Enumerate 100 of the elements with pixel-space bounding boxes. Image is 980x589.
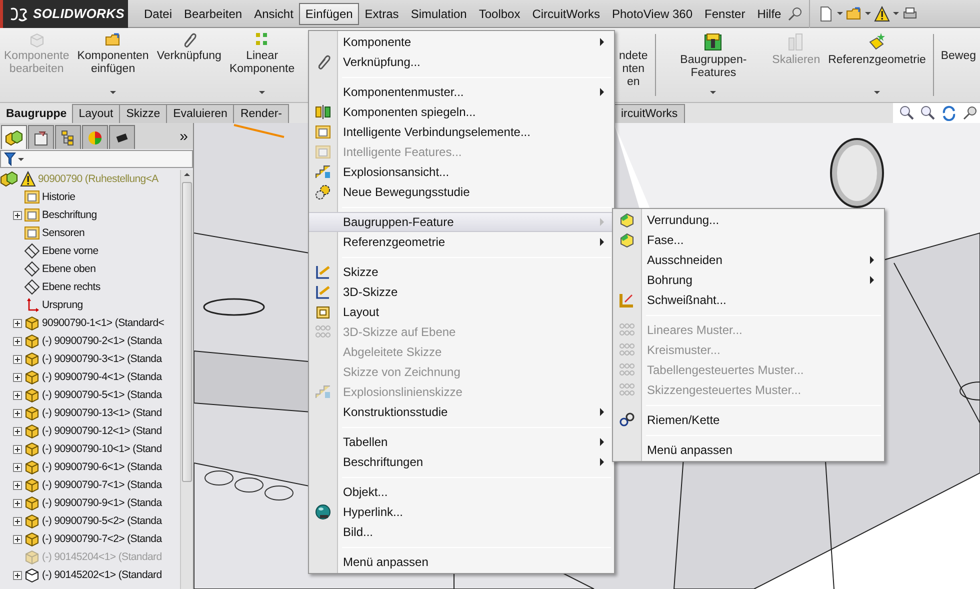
expand-toggle[interactable] — [12, 318, 22, 328]
tree-item[interactable]: Sensoren — [42, 227, 85, 239]
tree-item[interactable]: (-) 90900790-12<1> (Stand — [42, 425, 162, 437]
expand-toggle[interactable] — [12, 480, 22, 490]
menu-item[interactable]: Konstruktionsstudie — [309, 402, 614, 422]
menu-item[interactable]: Riemen/Kette — [613, 410, 884, 430]
ribbon-button[interactable]: Verknüpfung — [152, 28, 226, 102]
tree-item[interactable]: (-) 90900790-2<1> (Standa — [42, 335, 162, 347]
menu-item[interactable]: Bohrung — [613, 270, 884, 290]
tree-item[interactable]: (-) 90900790-7<2> (Standa — [42, 533, 162, 545]
menu-item[interactable]: Baugruppen-Feature — [309, 212, 614, 232]
expand-toggle[interactable] — [12, 516, 22, 526]
filter-field[interactable] — [0, 150, 193, 168]
tree-item[interactable]: (-) 90900790-9<1> (Standa — [42, 497, 162, 509]
menu-item[interactable]: Layout — [309, 302, 614, 322]
expand-toggle[interactable] — [12, 462, 22, 472]
ribbon-button[interactable]: Linear Komponente — [225, 28, 299, 102]
cube-icon — [24, 477, 40, 493]
cube-icon — [24, 387, 40, 403]
menu-item[interactable]: Objekt... — [309, 482, 614, 502]
menu-item[interactable]: Menü anpassen — [309, 552, 614, 572]
menu-item[interactable]: Intelligente Verbindungselemente... — [309, 122, 614, 142]
expand-toggle[interactable] — [12, 534, 22, 544]
tree-item[interactable]: Ursprung — [42, 299, 83, 311]
expand-toggle[interactable] — [12, 408, 22, 418]
menu-bar-item[interactable]: CircuitWorks — [526, 2, 606, 24]
menu-item[interactable]: Menü anpassen — [613, 440, 884, 460]
menu-bar-item[interactable]: Simulation — [404, 2, 473, 24]
cube-icon — [24, 549, 40, 565]
ribbon-button[interactable]: ndete nten en — [615, 28, 652, 102]
menu-bar-item[interactable]: Extras — [358, 2, 405, 24]
tree-item[interactable]: Ebene vorne — [42, 245, 98, 257]
menu-bar-item[interactable]: PhotoView 360 — [606, 2, 699, 24]
scrollbar[interactable] — [180, 170, 193, 589]
menu-item[interactable]: Schweißnaht... — [613, 290, 884, 310]
menu-item[interactable]: Bild... — [309, 522, 614, 542]
menu-item[interactable]: Beschriftungen — [309, 452, 614, 472]
expand-toggle[interactable] — [12, 210, 22, 220]
menu-item[interactable]: Hyperlink... — [309, 502, 614, 522]
tree-item[interactable]: (-) 90900790-3<1> (Standa — [42, 353, 162, 365]
menu-item[interactable]: Verknüpfung... — [309, 52, 614, 72]
menu-bar-item[interactable]: Bearbeiten — [178, 2, 248, 24]
panel-tab[interactable] — [55, 125, 81, 149]
menu-item[interactable]: Komponentenmuster... — [309, 82, 614, 102]
panel-tab[interactable] — [28, 125, 54, 149]
tree-item[interactable]: (-) 90900790-6<1> (Standa — [42, 461, 162, 473]
tree-item[interactable]: Beschriftung — [42, 209, 97, 221]
more-tabs-button[interactable]: » — [180, 128, 188, 144]
menu-item[interactable]: Tabellen — [309, 432, 614, 452]
tree-item[interactable]: (-) 90900790-5<2> (Standa — [42, 515, 162, 527]
expand-toggle[interactable] — [12, 372, 22, 382]
tree-item[interactable]: (-) 90900790-10<1> (Stand — [42, 443, 162, 455]
panel-tab[interactable] — [109, 125, 135, 149]
menu-bar-item[interactable]: Datei — [138, 2, 178, 24]
tree-item[interactable]: (-) 90900790-7<1> (Standa — [42, 479, 162, 491]
ribbon-tab[interactable]: Skizze — [119, 104, 168, 123]
tree-item[interactable]: Ebene oben — [42, 263, 96, 275]
ribbon-tab[interactable]: Render- — [233, 104, 290, 123]
expand-toggle[interactable] — [12, 336, 22, 346]
expand-toggle[interactable] — [12, 390, 22, 400]
expand-toggle[interactable] — [12, 498, 22, 508]
menu-item[interactable]: Neue Bewegungsstudie — [309, 182, 614, 202]
menu-item[interactable]: Komponente — [309, 32, 614, 52]
menu-item[interactable]: Ausschneiden — [613, 250, 884, 270]
ribbon-button[interactable]: Beweg — [936, 28, 980, 102]
tree-item[interactable]: (-) 90900790-4<1> (Standa — [42, 371, 162, 383]
menu-bar-item[interactable]: Toolbox — [472, 2, 526, 24]
panel-tab[interactable] — [1, 125, 27, 149]
document-icon — [818, 6, 834, 22]
ribbon-button[interactable]: Baugruppen-Features — [658, 28, 768, 102]
menu-item[interactable]: Fase... — [613, 230, 884, 250]
ribbon-tab[interactable]: Evaluieren — [166, 104, 234, 123]
menu-item[interactable]: Referenzgeometrie — [309, 232, 614, 252]
menu-item[interactable]: Explosionsansicht... — [309, 162, 614, 182]
menu-bar-item[interactable]: Hilfe — [751, 2, 788, 24]
menu-bar-item[interactable]: Fenster — [698, 2, 752, 24]
tree-item[interactable]: Ebene rechts — [42, 281, 100, 293]
ribbon-button[interactable]: Referenzgeometrie — [824, 28, 930, 102]
ribbon-tab[interactable]: Layout — [72, 104, 120, 123]
expand-toggle[interactable] — [12, 426, 22, 436]
ribbon-tab[interactable]: ircuitWorks — [614, 104, 685, 123]
cubes-icon — [5, 130, 23, 146]
menu-item[interactable]: Verrundung... — [613, 210, 884, 230]
tree-item[interactable]: (-) 90145202<1> (Standard — [42, 569, 162, 581]
tree-item[interactable]: (-) 90900790-13<1> (Stand — [42, 407, 162, 419]
menu-item[interactable]: Skizze — [309, 262, 614, 282]
logo-text: SOLIDWORKS — [33, 6, 125, 21]
menu-item[interactable]: 3D-Skizze — [309, 282, 614, 302]
expand-toggle[interactable] — [12, 570, 22, 580]
menu-bar-item[interactable]: Ansicht — [248, 2, 300, 24]
expand-toggle[interactable] — [12, 354, 22, 364]
ribbon-button[interactable]: Komponenten einfügen — [73, 28, 153, 102]
expand-toggle[interactable] — [12, 444, 22, 454]
axes-icon — [24, 297, 40, 313]
tree-item[interactable]: 90900790-1<1> (Standard< — [42, 317, 164, 329]
menu-item[interactable]: Komponenten spiegeln... — [309, 102, 614, 122]
tree-item[interactable]: (-) 90900790-5<1> (Standa — [42, 389, 162, 401]
tree-item[interactable]: Historie — [42, 191, 76, 203]
menu-bar-item[interactable]: Einfügen — [299, 2, 359, 24]
cube-icon — [619, 212, 635, 228]
